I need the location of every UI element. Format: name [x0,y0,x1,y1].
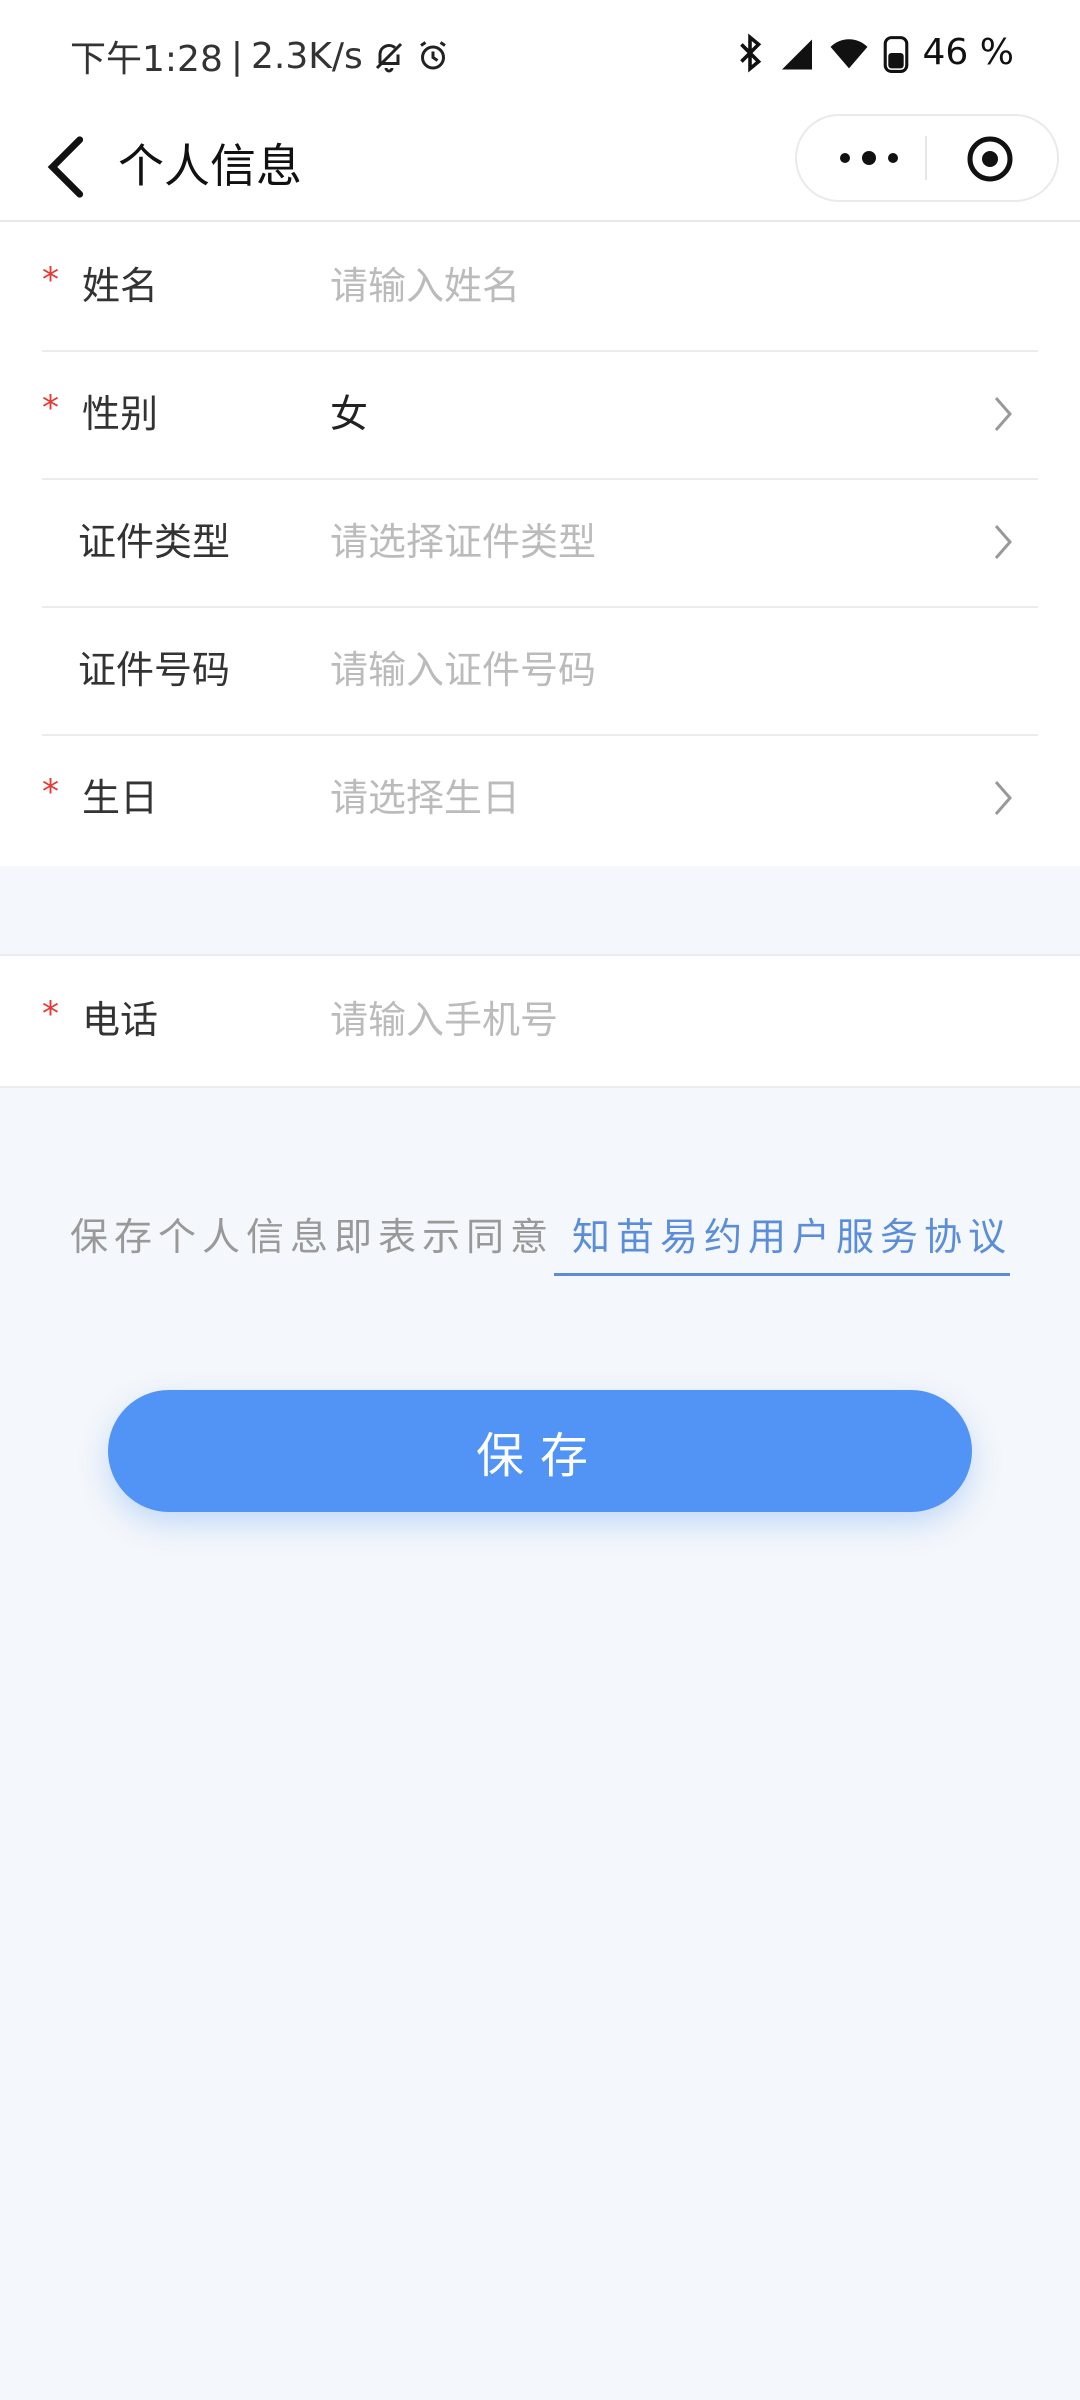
form-row-name[interactable]: * 姓名 请输入姓名 [42,222,1038,352]
form-row-birthday[interactable]: * 生日 请选择生日 [42,734,1038,862]
personal-info-form: * 姓名 请输入姓名 * 性别 女 证件类型 请选择证件类型 证件号码 请输入证… [0,222,1080,868]
phone-input[interactable]: 请输入手机号 [330,956,558,1084]
id-type-select[interactable]: 请选择证件类型 [330,478,596,606]
required-mark: * [42,994,59,1034]
field-label: 证件号码 [78,648,231,692]
required-mark: * [42,772,59,812]
bluetooth-icon [739,32,761,73]
phone-row-inner: * 电话 请输入手机号 [42,956,1038,1084]
save-button[interactable]: 保存 [108,1390,972,1512]
mini-program-capsule [795,114,1059,202]
status-separator: | [230,35,243,77]
capsule-divider [925,136,927,180]
field-label: 姓名 [82,264,159,308]
chevron-right-icon [994,781,1012,815]
field-label: 性别 [82,392,159,436]
back-arrow-icon[interactable] [40,132,100,202]
status-bar: 下午1:28 | 2.3K/s 46 % [0,0,1080,112]
page-title: 个人信息 [118,139,302,193]
birthday-select[interactable]: 请选择生日 [330,734,520,862]
more-icon[interactable] [833,140,905,176]
name-input[interactable]: 请输入姓名 [330,222,520,350]
nav-bar: 个人信息 [0,112,1080,222]
agreement-link[interactable]: 知苗易约用户服务协议 [572,1206,1012,1261]
form-row-id-type[interactable]: 证件类型 请选择证件类型 [42,478,1038,608]
field-label: 生日 [82,776,159,820]
agreement-link-underline [554,1273,1010,1276]
section-gap [0,866,1080,954]
status-time: 下午1:28 [70,39,223,80]
mute-bell-icon [375,42,402,73]
wifi-icon [830,38,867,68]
signal-icon [781,39,812,69]
battery-icon [883,35,908,73]
gender-select[interactable]: 女 [330,350,368,478]
agreement-text: 保存个人信息即表示同意 [70,1215,555,1259]
battery-level: 46 % [922,32,1014,73]
id-number-input[interactable]: 请输入证件号码 [330,606,596,734]
field-label: 电话 [82,998,159,1042]
close-target-icon[interactable] [965,134,1015,184]
network-speed: 2.3K/s [250,35,363,77]
required-mark: * [42,260,59,300]
form-row-gender[interactable]: * 性别 女 [42,350,1038,480]
chevron-right-icon [994,397,1012,431]
form-row-id-number[interactable]: 证件号码 请输入证件号码 [42,606,1038,736]
field-label: 证件类型 [78,520,231,564]
chevron-right-icon [994,525,1012,559]
form-row-phone[interactable]: * 电话 请输入手机号 [0,954,1080,1088]
required-mark: * [42,388,59,428]
status-right: 46 % [735,32,1014,73]
alarm-icon [419,41,446,70]
status-left: 下午1:28 | 2.3K/s [70,30,451,82]
